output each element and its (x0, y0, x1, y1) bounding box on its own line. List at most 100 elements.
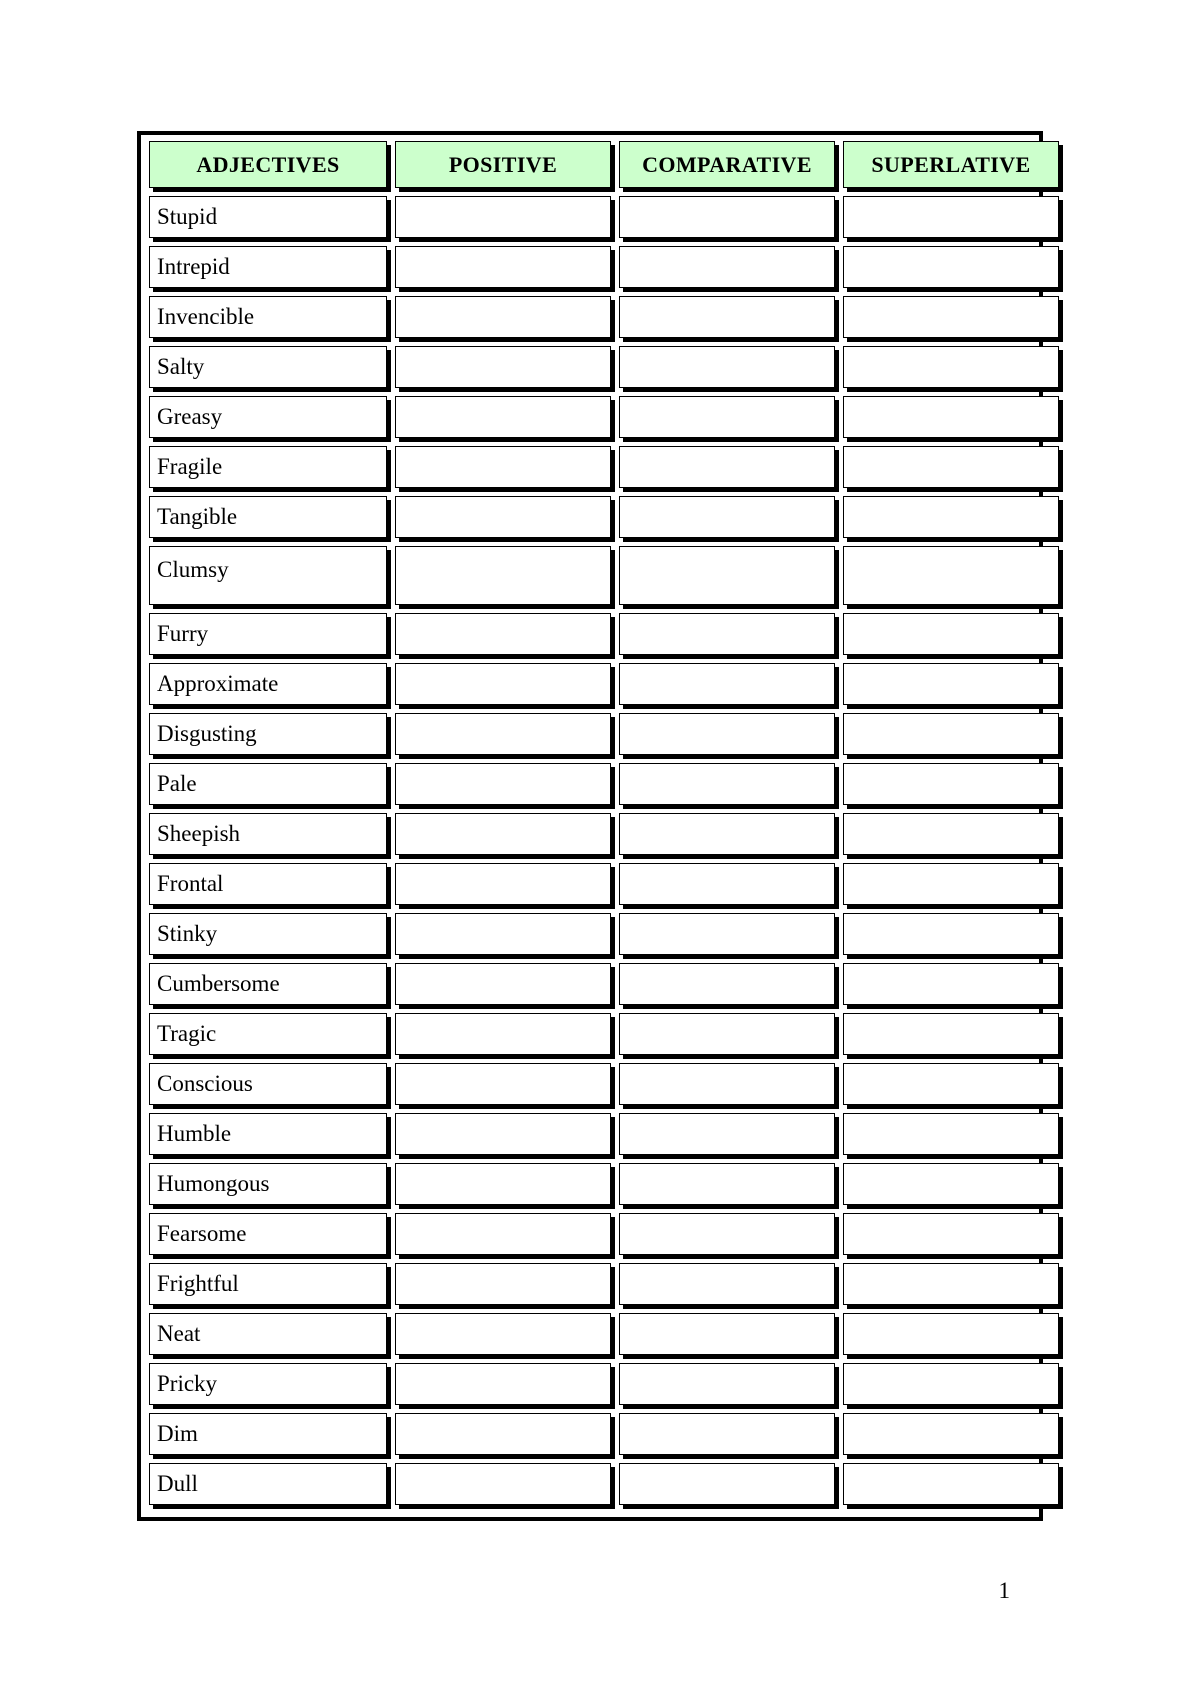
table-cell-positive[interactable] (395, 296, 616, 343)
table-cell-positive[interactable] (395, 663, 616, 710)
table-cell-superlative[interactable] (843, 1163, 1064, 1210)
answer-cell-box-superlative[interactable] (843, 713, 1059, 755)
answer-cell-box-superlative[interactable] (843, 913, 1059, 955)
answer-cell-box-comparative[interactable] (619, 1163, 835, 1205)
table-cell-comparative[interactable] (619, 396, 840, 443)
answer-cell-box-comparative[interactable] (619, 1113, 835, 1155)
table-cell-comparative[interactable] (619, 246, 840, 293)
table-cell-positive[interactable] (395, 396, 616, 443)
answer-blank-positive[interactable] (396, 1414, 610, 1454)
answer-cell-box-positive[interactable] (395, 1063, 611, 1105)
answer-blank-comparative[interactable] (620, 1114, 834, 1154)
answer-blank-comparative[interactable] (620, 1364, 834, 1404)
answer-blank-comparative[interactable] (620, 614, 834, 654)
answer-blank-positive[interactable] (396, 1014, 610, 1054)
table-cell-superlative[interactable] (843, 296, 1064, 343)
answer-blank-superlative[interactable] (844, 1164, 1058, 1204)
table-cell-superlative[interactable] (843, 196, 1064, 243)
answer-blank-superlative[interactable] (844, 1414, 1058, 1454)
answer-blank-positive[interactable] (396, 964, 610, 1004)
answer-cell-box-comparative[interactable] (619, 863, 835, 905)
answer-cell-box-comparative[interactable] (619, 346, 835, 388)
answer-cell-box-comparative[interactable] (619, 763, 835, 805)
answer-cell-box-superlative[interactable] (843, 613, 1059, 655)
table-cell-comparative[interactable] (619, 1063, 840, 1110)
answer-cell-box-comparative[interactable] (619, 496, 835, 538)
answer-cell-box-superlative[interactable] (843, 1113, 1059, 1155)
answer-blank-superlative[interactable] (844, 347, 1058, 387)
answer-blank-positive[interactable] (396, 1464, 610, 1504)
answer-cell-box-positive[interactable] (395, 446, 611, 488)
answer-blank-positive[interactable] (396, 397, 610, 437)
answer-blank-superlative[interactable] (844, 1064, 1058, 1104)
table-cell-superlative[interactable] (843, 1363, 1064, 1410)
answer-cell-box-positive[interactable] (395, 1013, 611, 1055)
answer-blank-comparative[interactable] (620, 297, 834, 337)
table-cell-superlative[interactable] (843, 1113, 1064, 1160)
answer-blank-positive[interactable] (396, 1264, 610, 1304)
answer-blank-positive[interactable] (396, 497, 610, 537)
answer-blank-comparative[interactable] (620, 397, 834, 437)
table-cell-positive[interactable] (395, 346, 616, 393)
answer-cell-box-positive[interactable] (395, 296, 611, 338)
answer-cell-box-superlative[interactable] (843, 1163, 1059, 1205)
answer-cell-box-comparative[interactable] (619, 813, 835, 855)
table-cell-comparative[interactable] (619, 863, 840, 910)
answer-blank-positive[interactable] (396, 347, 610, 387)
answer-cell-box-comparative[interactable] (619, 913, 835, 955)
answer-cell-box-positive[interactable] (395, 613, 611, 655)
table-cell-comparative[interactable] (619, 296, 840, 343)
answer-blank-superlative[interactable] (844, 447, 1058, 487)
answer-blank-comparative[interactable] (620, 964, 834, 1004)
answer-blank-comparative[interactable] (620, 664, 834, 704)
table-cell-superlative[interactable] (843, 1213, 1064, 1260)
answer-cell-box-comparative[interactable] (619, 713, 835, 755)
answer-cell-box-comparative[interactable] (619, 246, 835, 288)
table-cell-superlative[interactable] (843, 546, 1064, 610)
answer-blank-comparative[interactable] (620, 1064, 834, 1104)
answer-cell-box-positive[interactable] (395, 963, 611, 1005)
answer-cell-box-superlative[interactable] (843, 763, 1059, 805)
table-cell-comparative[interactable] (619, 546, 840, 610)
table-cell-positive[interactable] (395, 1013, 616, 1060)
answer-blank-positive[interactable] (396, 197, 610, 237)
table-cell-comparative[interactable] (619, 1363, 840, 1410)
answer-blank-positive[interactable] (396, 764, 610, 804)
table-cell-comparative[interactable] (619, 496, 840, 543)
answer-blank-positive[interactable] (396, 1314, 610, 1354)
table-cell-superlative[interactable] (843, 613, 1064, 660)
table-cell-superlative[interactable] (843, 1063, 1064, 1110)
table-cell-superlative[interactable] (843, 346, 1064, 393)
answer-cell-box-superlative[interactable] (843, 1063, 1059, 1105)
answer-cell-box-positive[interactable] (395, 1363, 611, 1405)
table-cell-superlative[interactable] (843, 496, 1064, 543)
answer-blank-superlative[interactable] (844, 914, 1058, 954)
answer-blank-comparative[interactable] (620, 1464, 834, 1504)
answer-cell-box-superlative[interactable] (843, 296, 1059, 338)
table-cell-superlative[interactable] (843, 763, 1064, 810)
table-cell-comparative[interactable] (619, 713, 840, 760)
answer-cell-box-positive[interactable] (395, 913, 611, 955)
table-cell-positive[interactable] (395, 1063, 616, 1110)
table-cell-comparative[interactable] (619, 1463, 840, 1510)
table-cell-superlative[interactable] (843, 663, 1064, 710)
table-cell-superlative[interactable] (843, 446, 1064, 493)
answer-cell-box-comparative[interactable] (619, 1313, 835, 1355)
answer-blank-comparative[interactable] (620, 447, 834, 487)
answer-blank-comparative[interactable] (620, 1314, 834, 1354)
answer-blank-comparative[interactable] (620, 1014, 834, 1054)
table-cell-comparative[interactable] (619, 196, 840, 243)
answer-cell-box-positive[interactable] (395, 396, 611, 438)
answer-blank-positive[interactable] (396, 614, 610, 654)
answer-blank-superlative[interactable] (844, 297, 1058, 337)
answer-cell-box-superlative[interactable] (843, 1413, 1059, 1455)
answer-blank-superlative[interactable] (844, 1314, 1058, 1354)
answer-blank-positive[interactable] (396, 447, 610, 487)
answer-cell-box-comparative[interactable] (619, 546, 835, 605)
table-cell-positive[interactable] (395, 446, 616, 493)
answer-blank-positive[interactable] (396, 1064, 610, 1104)
answer-blank-positive[interactable] (396, 714, 610, 754)
table-cell-comparative[interactable] (619, 813, 840, 860)
answer-blank-positive[interactable] (396, 814, 610, 854)
table-cell-comparative[interactable] (619, 1413, 840, 1460)
